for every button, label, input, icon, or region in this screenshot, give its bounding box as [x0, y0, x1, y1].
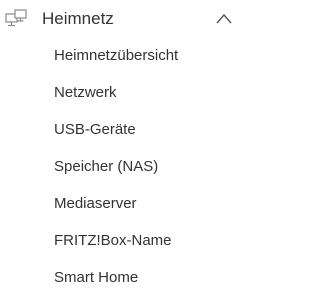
nav-group-heimnetz[interactable]: Heimnetz: [0, 0, 248, 38]
nav-item-label: Heimnetzübersicht: [54, 47, 179, 64]
nav-item-label: USB-Geräte: [54, 121, 136, 138]
nav-item-label: Smart Home: [54, 269, 139, 286]
nav-item-heimnetzuebersicht[interactable]: Heimnetzübersicht: [0, 38, 248, 75]
nav-item-label: Speicher (NAS): [54, 158, 159, 175]
nav-item-usb-geraete[interactable]: USB-Geräte: [0, 112, 248, 149]
nav-item-label: Netzwerk: [54, 84, 117, 101]
network-icon: [5, 9, 27, 27]
nav-item-fritzbox-name[interactable]: FRITZ!Box-Name: [0, 223, 248, 260]
chevron-up-icon[interactable]: [214, 12, 234, 26]
nav-item-netzwerk[interactable]: Netzwerk: [0, 75, 248, 112]
nav-item-label: Mediaserver: [54, 195, 137, 212]
nav-item-mediaserver[interactable]: Mediaserver: [0, 186, 248, 223]
nav-item-smart-home[interactable]: Smart Home: [0, 260, 248, 296]
sidebar-nav: Heimnetz Heimnetzübersicht Netzwerk USB-…: [0, 0, 248, 296]
nav-item-label: FRITZ!Box-Name: [54, 232, 172, 249]
nav-group-label: Heimnetz: [42, 9, 114, 28]
nav-item-speicher-nas[interactable]: Speicher (NAS): [0, 149, 248, 186]
